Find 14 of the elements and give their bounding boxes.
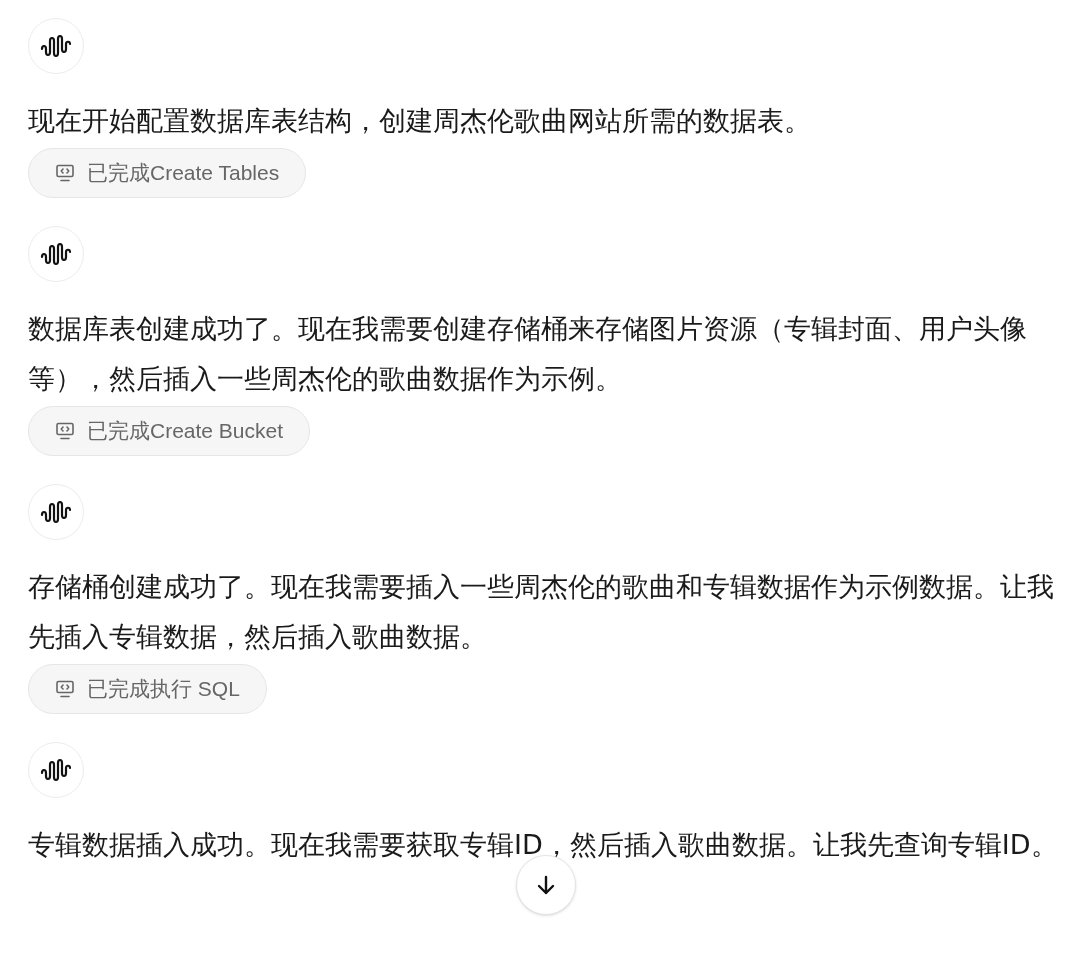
tool-status-chip[interactable]: 已完成执行 SQL [28, 664, 267, 714]
message-text: 专辑数据插入成功。现在我需要获取专辑ID，然后插入歌曲数据。让我先查询专辑ID。 [28, 828, 1058, 862]
code-monitor-icon [55, 679, 75, 699]
message-text: 存储桶创建成功了。现在我需要插入一些周杰伦的歌曲和专辑数据作为示例数据。让我先插入专辑数据，然后插入歌曲数据。 [28, 570, 1055, 654]
wave-icon [40, 241, 72, 267]
tool-status-chip[interactable]: 已完成Create Bucket [28, 406, 311, 456]
wave-icon [40, 33, 72, 59]
code-monitor-icon [55, 163, 75, 183]
message-text: 现在开始配置数据库表结构，创建周杰伦歌曲网站所需的数据表。 [28, 104, 812, 138]
message-text: 数据库表创建成功了。现在我需要创建存储桶来存储图片资源（专辑封面、用户头像等），然后插入一些周杰伦的歌曲数据作为示例。 [28, 312, 1028, 396]
wave-icon [40, 757, 72, 783]
tool-status-chip[interactable]: 已完成Create Tables [28, 148, 307, 198]
wave-icon [40, 499, 72, 525]
code-monitor-icon [55, 421, 75, 441]
